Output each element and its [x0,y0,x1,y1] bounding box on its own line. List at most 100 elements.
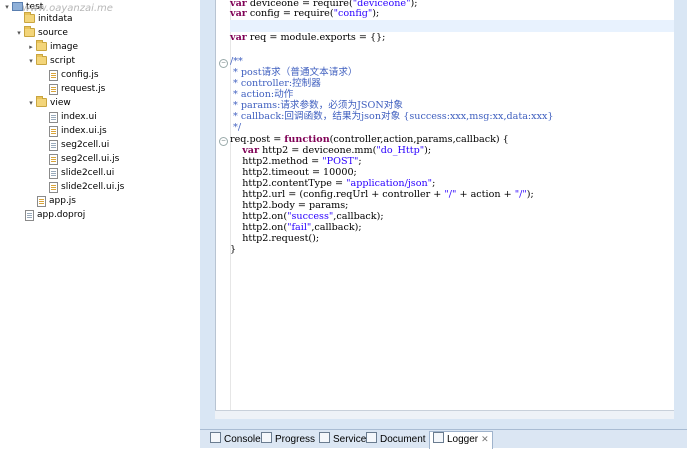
tab-label: Console [224,434,261,445]
project-explorer: ▾ test initdata ▾ source ▸ image ▾ script config.… [0,0,201,447]
expanded-twisty-icon[interactable]: ▾ [15,26,23,40]
folder-icon [24,12,35,23]
code-line[interactable] [230,44,675,56]
horizontal-scrollbar[interactable] [215,410,674,419]
tree-item-label: view [50,98,71,108]
tree-item-label: index.ui.js [61,126,107,136]
tree-item-initdata[interactable]: initdata [15,12,73,26]
logger-icon [433,432,444,443]
tree-item-label: config.js [61,70,99,80]
code-token: http2.on( [230,222,288,233]
current-line[interactable] [230,20,675,32]
tree-item-view[interactable]: ▾ view [27,96,71,110]
js-file-icon [49,70,58,81]
tree-item-seg2cell-ui[interactable]: seg2cell.ui [39,138,109,152]
code-line[interactable]: */ [230,122,675,134]
code-line[interactable]: var req = module.exports = {}; [230,32,675,44]
folder-icon [36,96,47,107]
collapsed-twisty-icon[interactable]: ▸ [27,40,35,54]
tree-item-app-doproj[interactable]: app.doproj [15,208,85,222]
code-token: } [230,244,237,255]
tree-item-label: slide2cell.ui.js [61,182,125,192]
code-editor[interactable]: − − var deviceone = require("deviceone");… [215,0,676,410]
fold-toggle-icon[interactable]: − [219,59,228,68]
close-icon[interactable]: ✕ [481,434,489,444]
string-token: "config" [333,8,373,19]
file-icon [49,168,58,179]
code-token: + action + [456,189,515,200]
folder-icon [36,54,47,65]
code-token: http2.on( [230,211,288,222]
tab-document[interactable]: Document [363,432,426,447]
comment-token: * action:动作 [230,89,294,100]
expanded-twisty-icon[interactable]: ▾ [3,0,11,14]
expanded-twisty-icon[interactable]: ▾ [27,96,35,110]
tree-item-seg2cell-ui-js[interactable]: seg2cell.ui.js [39,152,119,166]
code-line[interactable]: var config = require("config"); [230,8,675,20]
tree-item-slide2cell-ui-js[interactable]: slide2cell.ui.js [39,180,124,194]
tree-item-index-ui[interactable]: index.ui [39,110,97,124]
js-file-icon [49,84,58,95]
tree-item-label: seg2cell.ui.js [61,154,120,164]
code-token: http2.method = [230,156,323,167]
tab-label: Logger [447,434,479,445]
comment-token: * controller:控制器 [230,78,321,89]
file-icon [49,112,58,123]
comment-token: * params:请求参数，必须为JSON对象 [230,100,403,111]
code-token: ,callback); [311,222,362,233]
code-token: ); [526,189,534,200]
string-token: "fail" [287,222,312,233]
string-token: "/" [514,189,527,200]
keyword-token: var [242,145,260,156]
tree-item-source[interactable]: ▾ source [15,26,68,40]
tree-item-image[interactable]: ▸ image [27,40,78,54]
keyword-token: var [230,8,247,19]
tree-item-label: script [50,56,76,66]
code-token: (controller,action,params,callback) { [329,134,509,145]
tree-item-slide2cell-ui[interactable]: slide2cell.ui [39,166,114,180]
code-token: req.post = [230,134,285,145]
tree-item-label: seg2cell.ui [61,140,110,150]
tab-service[interactable]: Service [316,432,366,447]
tab-progress[interactable]: Progress [258,432,315,447]
vertical-scrollbar[interactable] [674,0,687,410]
code-token: req = module.exports = {}; [246,32,386,43]
folder-icon [36,40,47,51]
code-token: http2.request(); [230,233,320,244]
tree-item-label: app.doproj [37,210,86,220]
tree-item-script[interactable]: ▾ script [27,54,75,68]
keyword-token: var [230,32,247,43]
tree-item-label: request.js [61,84,106,94]
code-token: ; [358,156,362,167]
code-token: config = require( [246,8,334,19]
fold-toggle-icon[interactable]: − [219,137,228,146]
code-token: ); [372,8,380,19]
code-token: ,callback); [333,211,384,222]
tree-item-config-js[interactable]: config.js [39,68,99,82]
file-icon [49,140,58,151]
file-icon [25,210,34,221]
js-file-icon [49,126,58,137]
tree-item-request-js[interactable]: request.js [39,82,105,96]
js-file-icon [49,182,58,193]
tree-item-label: source [38,28,68,38]
string-token: "application/json" [346,178,433,189]
tab-logger[interactable]: Logger ✕ [429,431,493,449]
expanded-twisty-icon[interactable]: ▾ [27,54,35,68]
document-icon [366,432,377,443]
tree-item-index-ui-js[interactable]: index.ui.js [39,124,107,138]
code-token: http2.url = (config.reqUrl + controller … [230,189,445,200]
tree-item-label: index.ui [61,112,97,122]
code-line[interactable]: } [230,244,675,256]
tree-item-app-js[interactable]: app.js [27,194,76,208]
editor-ruler: − − [216,0,231,410]
keyword-token: function [284,134,330,145]
bottom-panel-tabs: Console Progress Service Document Logger ✕ [200,429,687,449]
tab-console[interactable]: Console [207,432,261,447]
tree-item-label: image [50,42,79,52]
string-token: "do_Http" [376,145,425,156]
code-token: ); [424,145,432,156]
comment-token: * post请求（普通文本请求） [230,67,358,78]
code-text[interactable]: var deviceone = require("deviceone"); var… [230,0,675,410]
